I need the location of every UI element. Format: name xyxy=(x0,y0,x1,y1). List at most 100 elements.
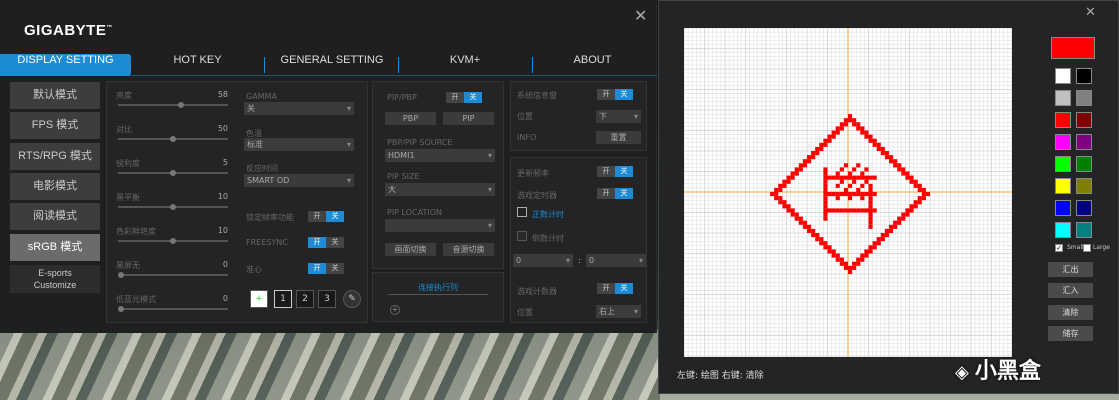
response-time-select[interactable]: SMART OD xyxy=(244,174,354,187)
tab-about[interactable]: ABOUT xyxy=(550,54,635,76)
palette-swatch[interactable] xyxy=(1076,156,1092,172)
editor-close-icon[interactable]: ✕ xyxy=(1085,5,1096,20)
toggle-off[interactable]: 关 xyxy=(615,166,633,177)
crosshair-slot-1[interactable]: 1 xyxy=(274,290,292,308)
info-position-select[interactable]: 下 xyxy=(596,110,641,123)
palette-swatch[interactable] xyxy=(1076,178,1092,194)
slider-handle[interactable] xyxy=(178,102,184,108)
add-icon[interactable]: + xyxy=(390,305,400,315)
palette-swatch[interactable] xyxy=(1055,156,1071,172)
toggle-off[interactable]: 关 xyxy=(615,283,633,294)
system-info-toggle[interactable]: 开关 xyxy=(597,89,633,100)
save-button[interactable]: 储存 xyxy=(1048,326,1093,341)
game-counter-toggle[interactable]: 开关 xyxy=(597,283,633,294)
crosshair-toggle[interactable]: 开关 xyxy=(308,263,344,274)
palette-swatch[interactable] xyxy=(1076,222,1092,238)
export-button[interactable]: 汇出 xyxy=(1048,262,1093,277)
slider-handle[interactable] xyxy=(170,204,176,210)
frame-lock-toggle[interactable]: 开关 xyxy=(308,211,344,222)
tab-display-setting[interactable]: DISPLAY SETTING xyxy=(0,54,131,76)
palette-swatch[interactable] xyxy=(1076,112,1092,128)
close-icon[interactable]: ✕ xyxy=(634,6,647,25)
tab-general-setting[interactable]: GENERAL SETTING xyxy=(272,54,392,76)
drawing-canvas[interactable] xyxy=(684,28,1012,357)
toggle-on[interactable]: 开 xyxy=(308,263,326,274)
mode-fps[interactable]: FPS 模式 xyxy=(10,112,100,139)
drawn-pixel xyxy=(802,224,807,229)
count-up-radio[interactable] xyxy=(517,207,527,217)
slider-track[interactable] xyxy=(118,170,228,176)
toggle-off[interactable]: 关 xyxy=(326,211,344,222)
freesync-toggle[interactable]: 开关 xyxy=(308,237,344,248)
minute-select[interactable]: 0 xyxy=(586,254,646,267)
swap-button[interactable]: 画面切换 xyxy=(385,243,436,256)
count-down-radio[interactable] xyxy=(517,231,527,241)
mode-esports-customize[interactable]: E-sports Customize xyxy=(10,265,100,293)
toggle-off[interactable]: 关 xyxy=(326,237,344,248)
mode-srgb[interactable]: sRGB 模式 xyxy=(10,234,100,261)
crosshair-icon[interactable]: + xyxy=(250,290,268,308)
pip-location-select[interactable] xyxy=(385,219,495,232)
gamma-select[interactable]: 关 xyxy=(244,102,354,115)
toggle-on[interactable]: 开 xyxy=(597,188,615,199)
mode-reader[interactable]: 阅读模式 xyxy=(10,203,100,230)
toggle-on[interactable]: 开 xyxy=(308,237,326,248)
palette-swatch[interactable] xyxy=(1055,112,1071,128)
mode-standard[interactable]: 默认模式 xyxy=(10,82,100,109)
pip-source-select[interactable]: HDMI1 xyxy=(385,149,495,162)
slider-handle[interactable] xyxy=(170,238,176,244)
toggle-on[interactable]: 开 xyxy=(597,89,615,100)
pip-button[interactable]: PIP xyxy=(443,112,494,125)
slider-handle[interactable] xyxy=(170,170,176,176)
toggle-on[interactable]: 开 xyxy=(597,166,615,177)
palette-swatch[interactable] xyxy=(1055,68,1071,84)
toggle-off[interactable]: 关 xyxy=(615,89,633,100)
palette-swatch[interactable] xyxy=(1055,134,1071,150)
game-timer-toggle[interactable]: 开关 xyxy=(597,188,633,199)
crosshair-slot-3[interactable]: 3 xyxy=(318,290,336,308)
palette-swatch[interactable] xyxy=(1076,68,1092,84)
color-temp-select[interactable]: 标准 xyxy=(244,138,354,151)
counter-position-select[interactable]: 右上 xyxy=(596,305,641,318)
audio-switch-button[interactable]: 音源切换 xyxy=(443,243,494,256)
pip-pbp-toggle[interactable]: 开关 xyxy=(446,92,482,103)
slider-track[interactable] xyxy=(118,102,228,108)
hour-select[interactable]: 0 xyxy=(513,254,573,267)
palette-swatch[interactable] xyxy=(1076,90,1092,106)
pencil-icon[interactable]: ✎ xyxy=(343,290,361,308)
toggle-on[interactable]: 开 xyxy=(446,92,464,103)
toggle-on[interactable]: 开 xyxy=(597,283,615,294)
palette-swatch[interactable] xyxy=(1055,200,1071,216)
slider-track[interactable] xyxy=(118,306,228,312)
slider-handle[interactable] xyxy=(118,272,124,278)
slider-handle[interactable] xyxy=(118,306,124,312)
mode-movie[interactable]: 电影模式 xyxy=(10,173,100,200)
slider-track[interactable] xyxy=(118,238,228,244)
refresh-rate-toggle[interactable]: 开关 xyxy=(597,166,633,177)
import-button[interactable]: 汇入 xyxy=(1048,283,1093,298)
toggle-on[interactable]: 开 xyxy=(308,211,326,222)
crosshair-slot-2[interactable]: 2 xyxy=(296,290,314,308)
clear-button[interactable]: 清除 xyxy=(1048,305,1093,320)
large-checkbox[interactable] xyxy=(1083,244,1091,252)
palette-swatch[interactable] xyxy=(1055,178,1071,194)
palette-swatch[interactable] xyxy=(1055,222,1071,238)
reset-button[interactable]: 重置 xyxy=(596,131,641,144)
pip-size-select[interactable]: 大 xyxy=(385,183,495,196)
palette-swatch[interactable] xyxy=(1076,200,1092,216)
palette-swatch[interactable] xyxy=(1076,134,1092,150)
pbp-button[interactable]: PBP xyxy=(385,112,436,125)
tab-hot-key[interactable]: HOT KEY xyxy=(150,54,245,76)
tab-kvm[interactable]: KVM+ xyxy=(420,54,510,76)
slider-handle[interactable] xyxy=(170,136,176,142)
slider-track[interactable] xyxy=(118,272,228,278)
mode-rts-rpg[interactable]: RTS/RPG 模式 xyxy=(10,143,100,170)
palette-swatch[interactable] xyxy=(1055,90,1071,106)
small-checkbox[interactable]: ✓ xyxy=(1055,244,1063,252)
toggle-off[interactable]: 关 xyxy=(326,263,344,274)
toggle-off[interactable]: 关 xyxy=(464,92,482,103)
toggle-off[interactable]: 关 xyxy=(615,188,633,199)
slider-track[interactable] xyxy=(118,204,228,210)
slider-track[interactable] xyxy=(118,136,228,142)
pixel-grid[interactable] xyxy=(684,28,1012,357)
